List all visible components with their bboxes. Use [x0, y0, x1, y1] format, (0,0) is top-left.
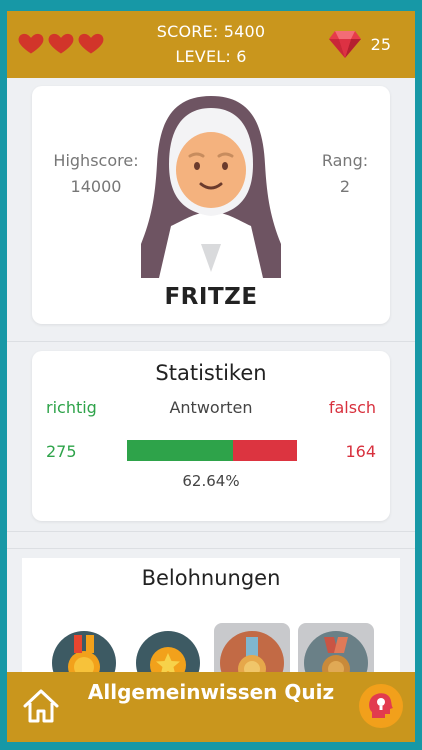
divider [7, 548, 415, 549]
correct-percentage: 62.64% [182, 472, 240, 490]
correct-count: 275 [46, 442, 77, 461]
answer-ratio-bar [127, 440, 297, 461]
answer-ratio-fill [127, 440, 234, 461]
highscore-value: 14000 [70, 177, 122, 196]
divider [7, 341, 415, 342]
divider [7, 531, 415, 532]
app-logo[interactable] [359, 684, 403, 728]
wrong-count: 164 [345, 442, 376, 461]
app-brand-title: Allgemeinwissen Quiz [87, 680, 335, 704]
profile-card: Highscore: 14000 Rang: 2 FRITZE [32, 86, 390, 324]
rank-value: 2 [339, 177, 351, 196]
app-frame: SCORE: 5400 LEVEL: 6 25 Highscore: 14000… [7, 11, 415, 742]
player-name: FRITZE [164, 284, 258, 310]
ruby-gem-icon [328, 31, 361, 58]
rank-block: Rang: 2 [310, 148, 380, 200]
highscore-block: Highscore: 14000 [42, 148, 150, 200]
statistics-title: Statistiken [155, 361, 267, 385]
highscore-label: Highscore: [53, 151, 139, 170]
rewards-title: Belohnungen [141, 566, 281, 590]
avatar-nun-icon[interactable] [141, 94, 281, 278]
wrong-label: falsch [328, 398, 376, 417]
top-bar: SCORE: 5400 LEVEL: 6 25 [7, 11, 415, 78]
bottom-bar: Allgemeinwissen Quiz [7, 672, 415, 742]
gem-counter[interactable]: 25 [328, 29, 391, 59]
gem-count: 25 [370, 34, 391, 54]
statistics-card: Statistiken richtig Antworten falsch 275… [32, 351, 390, 521]
rank-label: Rang: [321, 151, 369, 170]
home-icon[interactable] [21, 686, 61, 726]
head-bulb-icon [360, 685, 402, 727]
